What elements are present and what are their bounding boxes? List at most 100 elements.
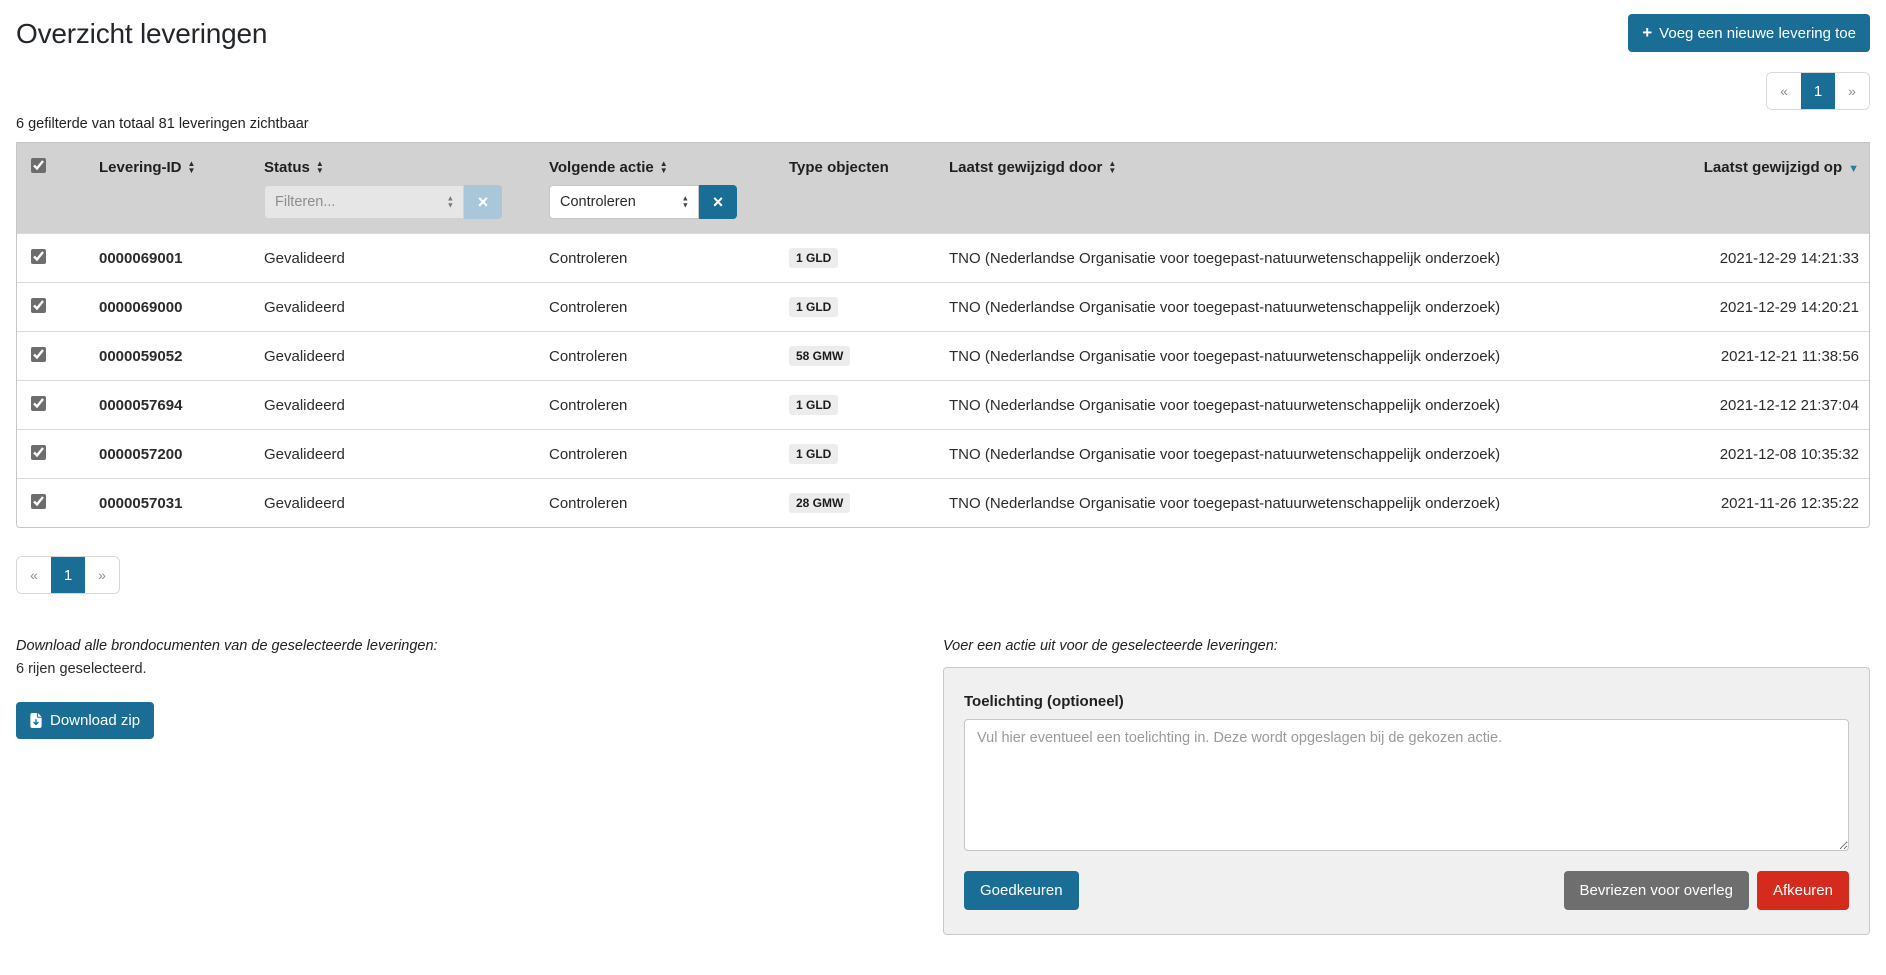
- bottom-sections: Download alle brondocumenten van de gese…: [16, 638, 1870, 935]
- col-laatst-gewijzigd-op-label: Laatst gewijzigd op: [1704, 159, 1842, 176]
- col-status[interactable]: Status ▲▼: [252, 143, 537, 179]
- laatst-gewijzigd-door: TNO (Nederlandse Organisatie voor toegep…: [937, 283, 1617, 332]
- table-row: 0000057694 Gevalideerd Controleren 1 GLD…: [17, 381, 1870, 430]
- row-checkbox[interactable]: [31, 347, 46, 362]
- volgende-actie: Controleren: [537, 381, 777, 430]
- row-checkbox[interactable]: [31, 249, 46, 264]
- col-laatst-gewijzigd-door[interactable]: Laatst gewijzigd door ▲▼: [937, 143, 1617, 179]
- type-objecten-badge: 28 GMW: [789, 493, 850, 513]
- volgende-actie-filter-select[interactable]: Controleren: [549, 185, 699, 219]
- header-label-row: Levering-ID▲▼ Status▲▼ Volgende actie▲▼ …: [17, 143, 1870, 179]
- pagination-bottom-row: « 1 »: [16, 556, 1870, 594]
- col-status-label: Status: [264, 159, 310, 176]
- pagination-top: « 1 »: [1766, 72, 1870, 110]
- sort-icon: ▲▼: [1108, 160, 1116, 174]
- type-objecten-badge: 1 GLD: [789, 248, 838, 268]
- volgende-actie: Controleren: [537, 234, 777, 283]
- table-body: 0000069001 Gevalideerd Controleren 1 GLD…: [17, 234, 1870, 528]
- status: Gevalideerd: [252, 283, 537, 332]
- row-checkbox[interactable]: [31, 396, 46, 411]
- action-section-heading: Voer een actie uit voor de geselecteerde…: [943, 638, 1870, 654]
- table-row: 0000059052 Gevalideerd Controleren 58 GM…: [17, 332, 1870, 381]
- download-file-icon: [30, 713, 42, 728]
- levering-id: 0000057031: [87, 479, 252, 528]
- sort-icon: ▲▼: [660, 160, 668, 174]
- select-all-checkbox[interactable]: [31, 158, 46, 173]
- col-laatst-gewijzigd-op[interactable]: Laatst gewijzigd op ▼: [1617, 143, 1870, 179]
- selected-count: 6 rijen geselecteerd.: [16, 661, 576, 677]
- pagination-next-button[interactable]: »: [85, 557, 119, 593]
- status-filter-clear-button[interactable]: ×: [464, 185, 502, 219]
- pagination-prev-button[interactable]: «: [17, 557, 51, 593]
- pagination-page-1[interactable]: 1: [1801, 73, 1835, 109]
- table-row: 0000057031 Gevalideerd Controleren 28 GM…: [17, 479, 1870, 528]
- download-section-heading: Download alle brondocumenten van de gese…: [16, 638, 576, 654]
- levering-id: 0000059052: [87, 332, 252, 381]
- download-zip-button-label: Download zip: [50, 712, 140, 729]
- laatst-gewijzigd-door: TNO (Nederlandse Organisatie voor toegep…: [937, 430, 1617, 479]
- pagination-next-button[interactable]: »: [1835, 73, 1869, 109]
- pagination-bottom: « 1 »: [16, 556, 120, 594]
- reject-button[interactable]: Afkeuren: [1757, 871, 1849, 910]
- page-header: Overzicht leveringen + Voeg een nieuwe le…: [16, 14, 1870, 52]
- laatst-gewijzigd-op: 2021-12-08 10:35:32: [1617, 430, 1870, 479]
- sort-desc-active-icon: ▼: [1848, 163, 1859, 175]
- header-filter-row: Filteren... ▲▼ × Controleren: [17, 179, 1870, 234]
- action-section: Voer een actie uit voor de geselecteerde…: [943, 638, 1870, 935]
- laatst-gewijzigd-op: 2021-12-21 11:38:56: [1617, 332, 1870, 381]
- levering-id: 0000069001: [87, 234, 252, 283]
- status: Gevalideerd: [252, 381, 537, 430]
- row-checkbox[interactable]: [31, 298, 46, 313]
- type-objecten-badge: 58 GMW: [789, 346, 850, 366]
- page-title: Overzicht leveringen: [16, 14, 267, 50]
- buttons-spacer: [1087, 871, 1556, 910]
- laatst-gewijzigd-op: 2021-12-29 14:21:33: [1617, 234, 1870, 283]
- row-checkbox[interactable]: [31, 445, 46, 460]
- col-levering-id[interactable]: Levering-ID ▲▼: [87, 143, 252, 179]
- pagination-page-1[interactable]: 1: [51, 557, 85, 593]
- row-checkbox[interactable]: [31, 494, 46, 509]
- volgende-actie-filter-clear-button[interactable]: ×: [699, 185, 737, 219]
- page: Overzicht leveringen + Voeg een nieuwe le…: [0, 0, 1886, 935]
- volgende-actie: Controleren: [537, 430, 777, 479]
- table-row: 0000069000 Gevalideerd Controleren 1 GLD…: [17, 283, 1870, 332]
- type-objecten-badge: 1 GLD: [789, 395, 838, 415]
- type-objecten-badge: 1 GLD: [789, 297, 838, 317]
- status-filter-select[interactable]: Filteren...: [264, 185, 464, 219]
- col-levering-id-label: Levering-ID: [99, 159, 182, 176]
- status-filter-group: Filteren... ▲▼ ×: [264, 185, 502, 219]
- filter-summary: 6 gefilterde van totaal 81 leveringen zi…: [16, 116, 1870, 132]
- col-type-objecten-label: Type objecten: [789, 159, 889, 176]
- table-row: 0000069001 Gevalideerd Controleren 1 GLD…: [17, 234, 1870, 283]
- volgende-actie: Controleren: [537, 332, 777, 381]
- levering-id: 0000057694: [87, 381, 252, 430]
- download-section: Download alle brondocumenten van de gese…: [16, 638, 576, 935]
- plus-icon: +: [1642, 23, 1652, 42]
- status: Gevalideerd: [252, 479, 537, 528]
- pagination-prev-button[interactable]: «: [1767, 73, 1801, 109]
- levering-id: 0000069000: [87, 283, 252, 332]
- laatst-gewijzigd-door: TNO (Nederlandse Organisatie voor toegep…: [937, 381, 1617, 430]
- approve-button[interactable]: Goedkeuren: [964, 871, 1079, 910]
- sort-icon: ▲▼: [188, 160, 196, 174]
- type-objecten-badge: 1 GLD: [789, 444, 838, 464]
- volgende-actie-filter-group: Controleren ▲▼ ×: [549, 185, 737, 219]
- deliveries-table: Levering-ID▲▼ Status▲▼ Volgende actie▲▼ …: [17, 143, 1870, 527]
- laatst-gewijzigd-door: TNO (Nederlandse Organisatie voor toegep…: [937, 479, 1617, 528]
- laatst-gewijzigd-op: 2021-12-29 14:20:21: [1617, 283, 1870, 332]
- levering-id: 0000057200: [87, 430, 252, 479]
- sort-icon: ▲▼: [316, 160, 324, 174]
- freeze-button[interactable]: Bevriezen voor overleg: [1564, 871, 1749, 910]
- toelichting-label: Toelichting (optioneel): [964, 693, 1849, 710]
- col-volgende-actie[interactable]: Volgende actie▲▼: [537, 143, 777, 179]
- add-delivery-button-label: Voeg een nieuwe levering toe: [1659, 25, 1856, 42]
- table-header: Levering-ID▲▼ Status▲▼ Volgende actie▲▼ …: [17, 143, 1870, 234]
- col-laatst-gewijzigd-door-label: Laatst gewijzigd door: [949, 159, 1102, 176]
- add-delivery-button[interactable]: + Voeg een nieuwe levering toe: [1628, 14, 1870, 52]
- toelichting-textarea[interactable]: [964, 719, 1849, 851]
- download-zip-button[interactable]: Download zip: [16, 702, 154, 739]
- status: Gevalideerd: [252, 234, 537, 283]
- laatst-gewijzigd-op: 2021-12-12 21:37:04: [1617, 381, 1870, 430]
- pagination-top-row: « 1 »: [16, 72, 1870, 110]
- status: Gevalideerd: [252, 332, 537, 381]
